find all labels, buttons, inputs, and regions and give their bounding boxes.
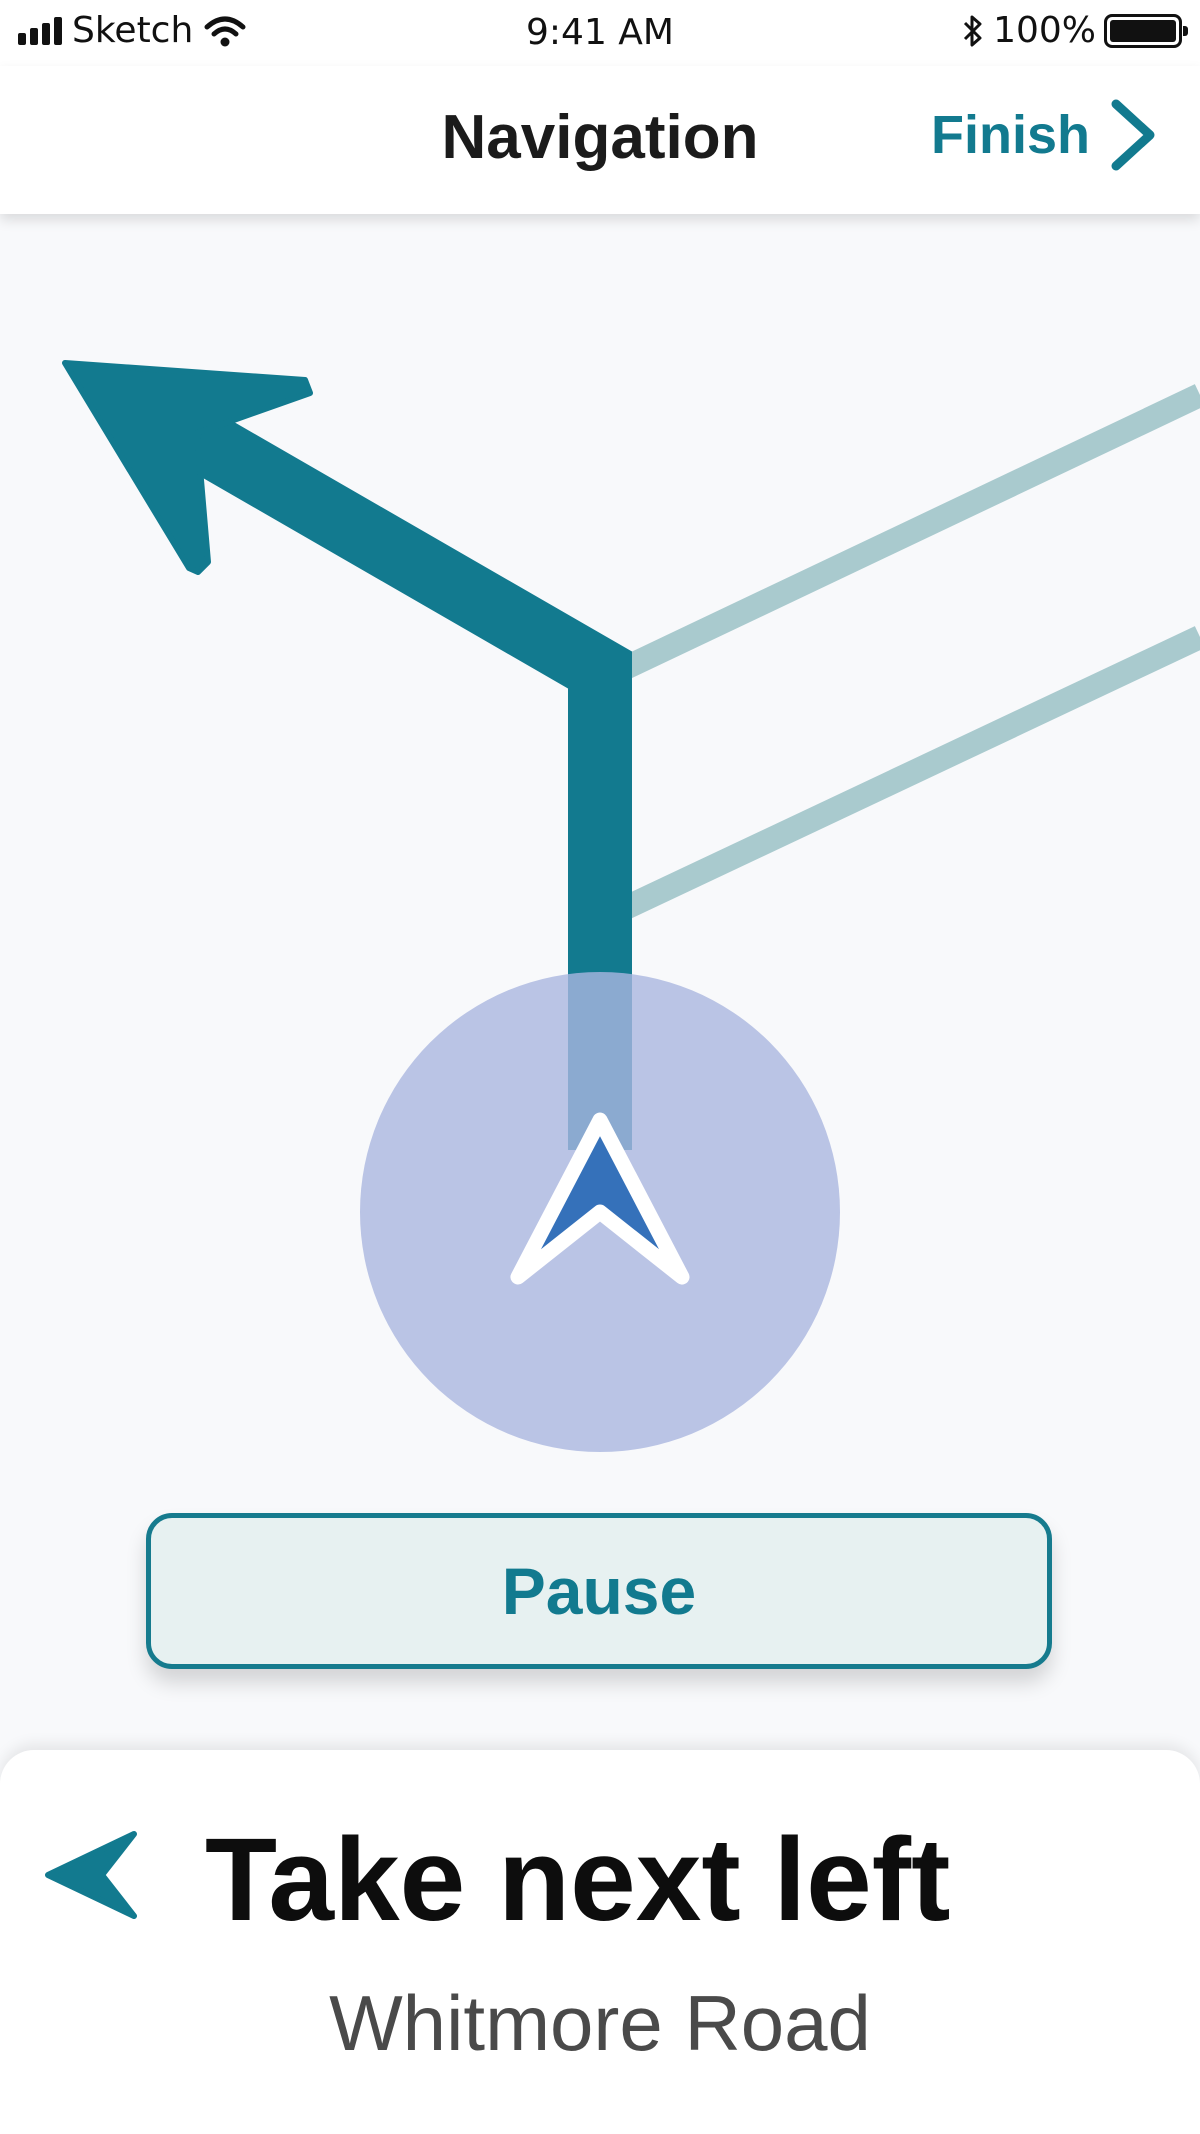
chevron-right-icon [1111,99,1155,171]
chevron-left-icon [45,1831,137,1919]
finish-button[interactable]: Finish [931,98,1158,172]
navigation-header: Navigation Finish [0,66,1200,214]
finish-label: Finish [931,105,1090,165]
pause-button[interactable]: Pause [146,1513,1052,1669]
battery-icon [1104,13,1188,48]
status-bar: Sketch 9:41 AM 100% [0,0,1200,66]
street-name: Whitmore Road [329,1979,871,2067]
status-right: 100% [961,10,1188,51]
battery-percent: 100% [993,10,1096,51]
bluetooth-icon [964,15,982,46]
turn-instruction: Take next left [205,1814,951,1946]
direction-card: Take next left Whitmore Road [0,1750,1200,2134]
